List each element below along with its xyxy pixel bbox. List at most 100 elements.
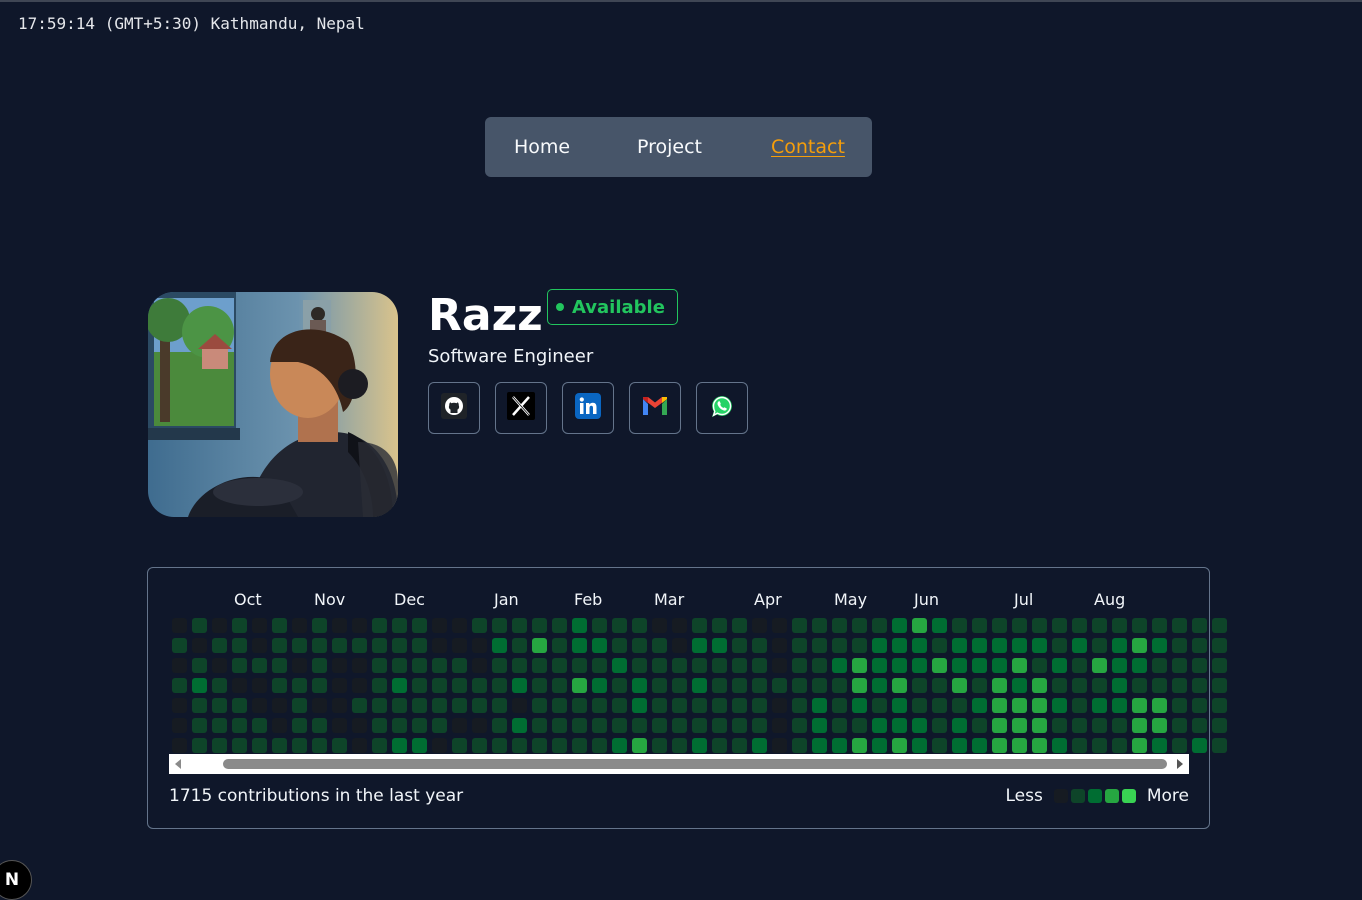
contribution-cell[interactable] (392, 678, 407, 693)
contribution-cell[interactable] (792, 658, 807, 673)
contribution-cell[interactable] (812, 638, 827, 653)
contribution-cell[interactable] (472, 698, 487, 713)
contribution-cell[interactable] (1172, 678, 1187, 693)
contribution-cell[interactable] (1112, 658, 1127, 673)
contribution-cell[interactable] (812, 678, 827, 693)
contribution-cell[interactable] (572, 658, 587, 673)
contribution-cell[interactable] (772, 658, 787, 673)
contribution-cell[interactable] (1072, 658, 1087, 673)
contribution-cell[interactable] (312, 738, 327, 753)
contribution-cell[interactable] (472, 658, 487, 673)
contribution-cell[interactable] (372, 658, 387, 673)
x-twitter-link[interactable] (495, 382, 547, 434)
contribution-cell[interactable] (1072, 638, 1087, 653)
contribution-cell[interactable] (332, 738, 347, 753)
contribution-cell[interactable] (952, 658, 967, 673)
contribution-cell[interactable] (1092, 678, 1107, 693)
contribution-cell[interactable] (612, 698, 627, 713)
contribution-cell[interactable] (672, 678, 687, 693)
contribution-cell[interactable] (632, 618, 647, 633)
contribution-cell[interactable] (1032, 618, 1047, 633)
contribution-cell[interactable] (732, 698, 747, 713)
contribution-cell[interactable] (772, 678, 787, 693)
contribution-cell[interactable] (1152, 718, 1167, 733)
contribution-cell[interactable] (232, 698, 247, 713)
contribution-cell[interactable] (432, 738, 447, 753)
contribution-cell[interactable] (712, 618, 727, 633)
contribution-cell[interactable] (1052, 638, 1067, 653)
contribution-cell[interactable] (912, 658, 927, 673)
contribution-cell[interactable] (192, 698, 207, 713)
contribution-cell[interactable] (612, 638, 627, 653)
contribution-cell[interactable] (352, 718, 367, 733)
contribution-cell[interactable] (972, 678, 987, 693)
contribution-cell[interactable] (512, 738, 527, 753)
contribution-cell[interactable] (1212, 618, 1227, 633)
contribution-cell[interactable] (872, 678, 887, 693)
contribution-cell[interactable] (732, 618, 747, 633)
contribution-cell[interactable] (912, 638, 927, 653)
contribution-cell[interactable] (1132, 738, 1147, 753)
contribution-cell[interactable] (332, 638, 347, 653)
contribution-cell[interactable] (732, 678, 747, 693)
contribution-cell[interactable] (472, 738, 487, 753)
contribution-cell[interactable] (772, 738, 787, 753)
contribution-cell[interactable] (1152, 698, 1167, 713)
contribution-cell[interactable] (692, 618, 707, 633)
contribution-cell[interactable] (892, 698, 907, 713)
scroll-right-icon[interactable] (1177, 759, 1183, 769)
contribution-cell[interactable] (1152, 678, 1167, 693)
contribution-cell[interactable] (992, 618, 1007, 633)
contribution-cell[interactable] (1172, 618, 1187, 633)
contribution-cell[interactable] (1092, 718, 1107, 733)
contribution-cell[interactable] (1092, 698, 1107, 713)
contribution-cell[interactable] (652, 698, 667, 713)
contribution-cell[interactable] (452, 638, 467, 653)
contribution-cell[interactable] (852, 618, 867, 633)
contribution-cell[interactable] (392, 738, 407, 753)
contribution-cell[interactable] (712, 698, 727, 713)
contribution-cell[interactable] (752, 698, 767, 713)
contribution-cell[interactable] (272, 678, 287, 693)
contribution-cell[interactable] (772, 698, 787, 713)
contribution-cell[interactable] (392, 698, 407, 713)
contribution-cell[interactable] (812, 618, 827, 633)
contribution-cell[interactable] (452, 738, 467, 753)
contribution-cell[interactable] (392, 658, 407, 673)
contribution-cell[interactable] (332, 658, 347, 673)
contribution-cell[interactable] (1192, 658, 1207, 673)
contribution-cell[interactable] (932, 658, 947, 673)
contribution-cell[interactable] (232, 678, 247, 693)
contribution-cell[interactable] (392, 618, 407, 633)
contribution-cell[interactable] (1132, 718, 1147, 733)
contribution-cell[interactable] (652, 618, 667, 633)
contribution-cell[interactable] (272, 638, 287, 653)
contribution-cell[interactable] (812, 698, 827, 713)
contribution-cell[interactable] (612, 718, 627, 733)
contribution-cell[interactable] (252, 718, 267, 733)
contribution-cell[interactable] (1212, 658, 1227, 673)
contribution-cell[interactable] (392, 718, 407, 733)
contribution-cell[interactable] (372, 698, 387, 713)
contribution-cell[interactable] (1152, 658, 1167, 673)
contribution-cell[interactable] (552, 658, 567, 673)
contribution-cell[interactable] (1032, 698, 1047, 713)
contribution-cell[interactable] (952, 718, 967, 733)
contribution-cell[interactable] (1212, 698, 1227, 713)
contribution-cell[interactable] (532, 618, 547, 633)
contribution-cell[interactable] (712, 678, 727, 693)
contribution-cell[interactable] (552, 718, 567, 733)
contribution-cell[interactable] (632, 718, 647, 733)
contribution-cell[interactable] (652, 718, 667, 733)
contribution-cell[interactable] (652, 738, 667, 753)
contribution-cell[interactable] (892, 678, 907, 693)
contribution-cell[interactable] (592, 738, 607, 753)
contribution-cell[interactable] (352, 658, 367, 673)
contribution-cell[interactable] (532, 658, 547, 673)
contribution-cell[interactable] (992, 678, 1007, 693)
contribution-cell[interactable] (1132, 678, 1147, 693)
contribution-cell[interactable] (512, 618, 527, 633)
contribution-cell[interactable] (912, 618, 927, 633)
contribution-cell[interactable] (952, 738, 967, 753)
contribution-cell[interactable] (992, 698, 1007, 713)
